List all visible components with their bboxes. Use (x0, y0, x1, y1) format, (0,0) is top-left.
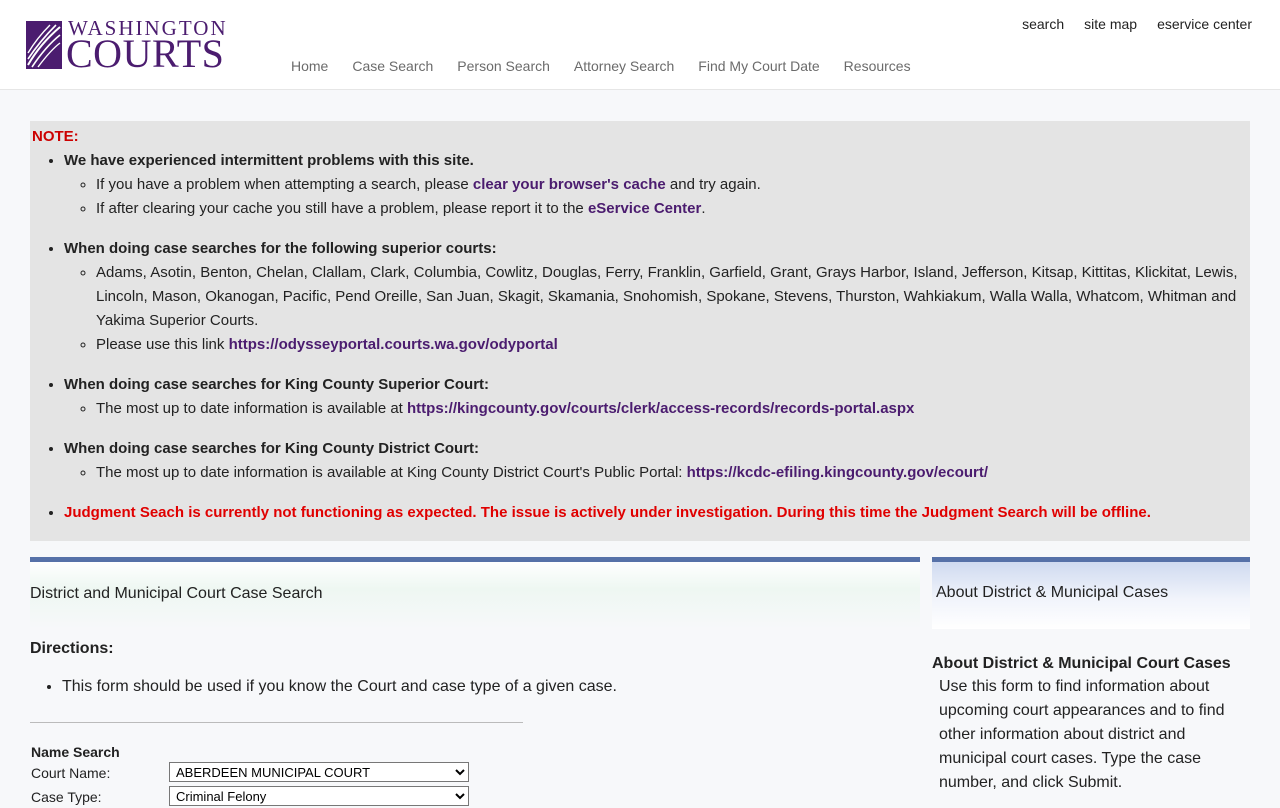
notice-item-alert: Judgment Seach is currently not function… (64, 501, 1240, 525)
king-county-records-link[interactable]: https://kingcounty.gov/courts/clerk/acce… (407, 400, 914, 417)
main-nav: Home Case Search Person Search Attorney … (291, 58, 911, 74)
notice-subitem: The most up to date information is avail… (96, 461, 1240, 485)
notice-item: When doing case searches for King County… (64, 437, 1240, 485)
panel-title: District and Municipal Court Case Search (30, 557, 920, 629)
notice-sublist: The most up to date information is avail… (64, 397, 1240, 421)
notice-sublist: If you have a problem when attempting a … (64, 173, 1240, 221)
directions-label: Directions: (30, 640, 114, 657)
kcdc-efiling-link[interactable]: https://kcdc-efiling.kingcounty.gov/ecou… (687, 464, 988, 481)
nav-case-search[interactable]: Case Search (352, 58, 433, 74)
case-search-panel: District and Municipal Court Case Search… (30, 557, 920, 808)
court-name-select[interactable]: ABERDEEN MUNICIPAL COURT (169, 762, 469, 782)
about-heading: About District & Municipal Court Cases (932, 655, 1231, 672)
note-label: NOTE: (32, 128, 79, 145)
notice-item-heading: When doing case searches for King County… (64, 440, 480, 457)
judgment-search-alert: Judgment Seach is currently not function… (64, 504, 1151, 521)
notice-item-heading: When doing case searches for the followi… (64, 240, 497, 257)
logo-mark-icon (26, 21, 62, 69)
notice-subitem: If you have a problem when attempting a … (96, 173, 1240, 197)
notice-text: . (701, 200, 706, 217)
util-link-site-map[interactable]: site map (1084, 16, 1137, 32)
site-header: WASHINGTON COURTS search site map eservi… (0, 0, 1280, 90)
about-panel-title: About District & Municipal Cases (932, 557, 1250, 629)
divider (30, 722, 523, 723)
odyssey-portal-link[interactable]: https://odysseyportal.courts.wa.gov/odyp… (229, 336, 558, 353)
notice-sublist: Adams, Asotin, Benton, Chelan, Clallam, … (64, 261, 1240, 357)
notice-item-heading: When doing case searches for King County… (64, 376, 490, 393)
nav-resources[interactable]: Resources (844, 58, 911, 74)
court-name-label: Court Name: (31, 765, 111, 781)
notice-text: and try again. (665, 176, 761, 193)
washington-courts-logo[interactable]: WASHINGTON COURTS (26, 18, 226, 76)
notice-text: Please use this link (96, 336, 229, 353)
notice-subitem: If after clearing your cache you still h… (96, 197, 1240, 221)
notice-subitem: Adams, Asotin, Benton, Chelan, Clallam, … (96, 261, 1240, 333)
notice-item: We have experienced intermittent problem… (64, 149, 1240, 221)
clear-cache-link[interactable]: clear your browser's cache (473, 176, 666, 193)
notice-item: When doing case searches for King County… (64, 373, 1240, 421)
case-type-row: Case Type: Criminal Felony (30, 786, 920, 808)
notice-subitem: Please use this link https://odysseyport… (96, 333, 1240, 357)
notice-item-heading: We have experienced intermittent problem… (64, 152, 474, 169)
util-link-search[interactable]: search (1022, 16, 1064, 32)
directions-list: This form should be used if you know the… (30, 678, 920, 696)
notice-text: The most up to date information is avail… (96, 464, 687, 481)
about-text: Use this form to find information about … (939, 678, 1225, 791)
notice-text: If you have a problem when attempting a … (96, 176, 473, 193)
notice-list: We have experienced intermittent problem… (32, 149, 1240, 525)
logo-bottom-text: COURTS (66, 31, 225, 76)
eservice-center-link[interactable]: eService Center (588, 200, 701, 217)
util-link-eservice-center[interactable]: eservice center (1157, 16, 1252, 32)
nav-home[interactable]: Home (291, 58, 328, 74)
case-type-select[interactable]: Criminal Felony (169, 786, 469, 806)
superior-courts-list: Adams, Asotin, Benton, Chelan, Clallam, … (96, 264, 1238, 329)
utility-links: search site map eservice center (1022, 16, 1252, 32)
form-title: Name Search (31, 744, 120, 760)
nav-attorney-search[interactable]: Attorney Search (574, 58, 674, 74)
directions-item: This form should be used if you know the… (62, 678, 920, 696)
notice-text: If after clearing your cache you still h… (96, 200, 588, 217)
notice-item: When doing case searches for the followi… (64, 237, 1240, 357)
court-name-row: Court Name: ABERDEEN MUNICIPAL COURT (30, 762, 920, 784)
notice-text: The most up to date information is avail… (96, 400, 408, 417)
notice-subitem: The most up to date information is avail… (96, 397, 1240, 421)
notice-box: NOTE: We have experienced intermittent p… (30, 121, 1250, 541)
about-panel: About District & Municipal Cases About D… (932, 557, 1250, 795)
nav-person-search[interactable]: Person Search (457, 58, 550, 74)
nav-find-my-court-date[interactable]: Find My Court Date (698, 58, 819, 74)
notice-sublist: The most up to date information is avail… (64, 461, 1240, 485)
case-type-label: Case Type: (31, 789, 102, 805)
